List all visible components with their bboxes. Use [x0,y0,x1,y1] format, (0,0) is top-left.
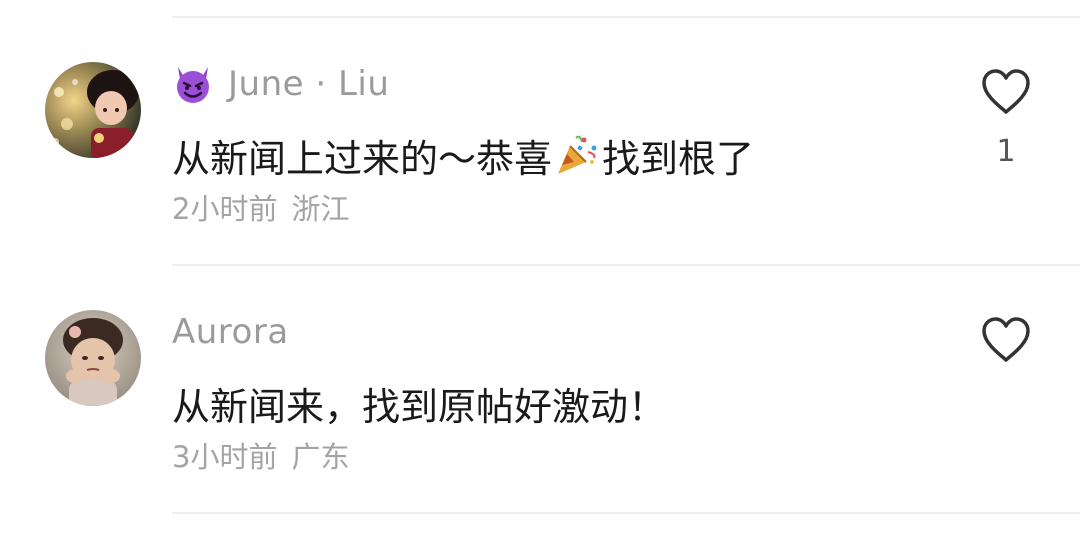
party-popper-icon [558,135,597,174]
avatar[interactable] [45,62,141,158]
timestamp: 2小时前 [172,192,278,226]
comment-text-part: 从新闻上过来的～恭喜 [172,136,553,181]
location: 广东 [291,440,350,474]
divider [172,512,1080,514]
username[interactable]: June · Liu [228,64,389,104]
comment-meta: 2小时前 浙江 [172,186,349,228]
comment-meta: 3小时前 广东 [172,434,349,476]
name-row: Aurora [172,310,289,354]
comment-text: 从新闻上过来的～恭喜 找到根了 [172,130,755,181]
divider [172,16,1080,18]
timestamp: 3小时前 [172,440,278,474]
heart-outline-icon[interactable] [978,314,1034,366]
name-row: June · Liu [172,62,389,106]
divider [172,264,1080,266]
comment-text-part: 找到根了 [602,136,755,181]
smiling-devil-emoji-icon [177,67,209,103]
avatar[interactable] [45,310,141,406]
like-count: 1 [996,134,1016,169]
comment-list: June · Liu 从新闻上过来的～恭喜 找到根了 2小时前 浙江 1 Aur… [0,0,1080,536]
location: 浙江 [291,192,350,226]
heart-outline-icon[interactable] [978,66,1034,118]
username[interactable]: Aurora [172,312,289,352]
comment-text: 从新闻来，找到原帖好激动！ [172,384,667,429]
